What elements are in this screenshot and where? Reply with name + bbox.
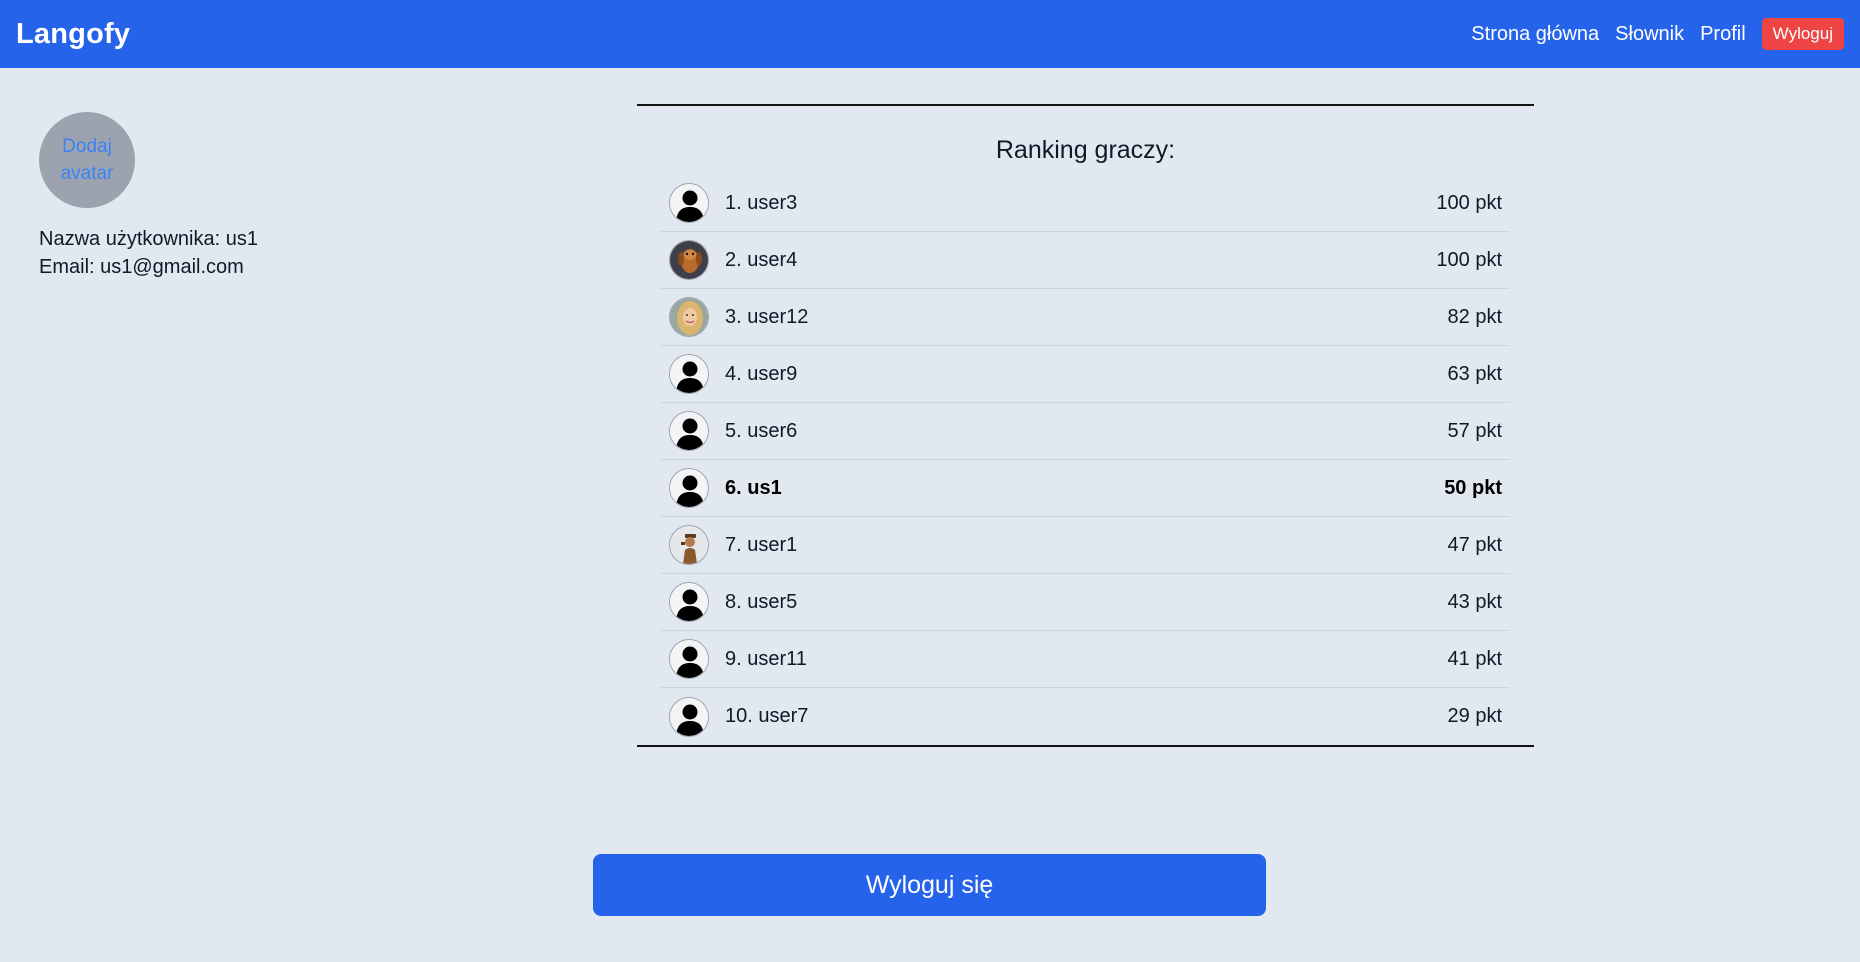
ranking-list: 1. user3 100 pkt 2. user4 100 pkt 3. user12 8… [661,175,1510,745]
default-user-icon [669,582,709,622]
ranking-points: 100 pkt [1436,248,1502,271]
ranking-row: 8. user5 43 pkt [661,574,1510,631]
ranking-username: 4. user9 [725,362,798,385]
ranking-row: 4. user9 63 pkt [661,346,1510,403]
navbar: Langofy Strona główna Słownik Profil Wyl… [0,0,1860,68]
default-user-icon [669,468,709,508]
ranking-panel: Ranking graczy: 1. user3 100 pkt 2. user4 1… [637,104,1534,747]
ranking-points: 57 pkt [1447,419,1502,442]
profile-info: Nazwa użytkownika: us1 Email: us1@gmail.… [39,225,258,281]
ranking-points: 29 pkt [1447,705,1502,727]
ranking-username: 2. user4 [725,248,798,271]
ranking-username: 8. user5 [725,590,798,613]
ranking-title: Ranking graczy: [995,136,1176,164]
navbar-logout-button[interactable]: Wyloguj [1761,18,1844,50]
ranking-username: 10. user7 [725,705,809,727]
ranking-row: 2. user4 100 pkt [661,232,1510,289]
ranking-username: 6. us1 [725,476,782,499]
add-avatar-button[interactable]: Dodaj avatar [39,112,135,208]
ranking-row: 1. user3 100 pkt [661,175,1510,232]
ranking-points: 82 pkt [1447,305,1502,328]
default-user-icon [669,354,709,394]
user-avatar [669,525,709,565]
nav-link-profile[interactable]: Profil [1700,23,1746,46]
logout-button[interactable]: Wyloguj się [593,854,1266,916]
ranking-row: 5. user6 57 pkt [661,403,1510,460]
brand-logo[interactable]: Langofy [16,18,130,51]
ranking-points: 41 pkt [1447,647,1502,670]
ranking-points: 47 pkt [1447,533,1502,556]
add-avatar-label-line1: Dodaj [62,136,112,157]
ranking-username: 9. user11 [725,647,807,670]
default-user-icon [669,183,709,223]
nav-links: Strona główna Słownik Profil Wyloguj [1471,18,1844,50]
default-user-icon [669,696,709,737]
ranking-points: 50 pkt [1444,476,1502,499]
ranking-row: 3. user12 82 pkt [661,289,1510,346]
ranking-points: 43 pkt [1447,590,1502,613]
default-user-icon [669,411,709,451]
ranking-points: 63 pkt [1447,362,1502,385]
nav-link-home[interactable]: Strona główna [1471,23,1599,46]
ranking-points: 100 pkt [1436,191,1502,214]
add-avatar-label-line2: avatar [60,163,114,184]
default-user-icon [669,639,709,679]
ranking-row-current-user: 6. us1 50 pkt [661,460,1510,517]
ranking-row: 10. user7 29 pkt [661,688,1510,745]
user-avatar [669,297,709,337]
ranking-row: 9. user11 41 pkt [661,631,1510,688]
nav-link-dictionary[interactable]: Słownik [1615,23,1684,46]
user-avatar [669,240,709,280]
ranking-username: 7. user1 [725,533,798,556]
ranking-row: 7. user1 47 pkt [661,517,1510,574]
email-text: Email: us1@gmail.com [39,256,244,278]
ranking-username: 3. user12 [725,305,809,328]
ranking-username: 1. user3 [725,191,798,214]
username-text: Nazwa użytkownika: us1 [39,228,258,250]
profile-panel: Dodaj avatar Nazwa użytkownika: us1 Emai… [39,112,258,281]
ranking-username: 5. user6 [725,419,798,442]
